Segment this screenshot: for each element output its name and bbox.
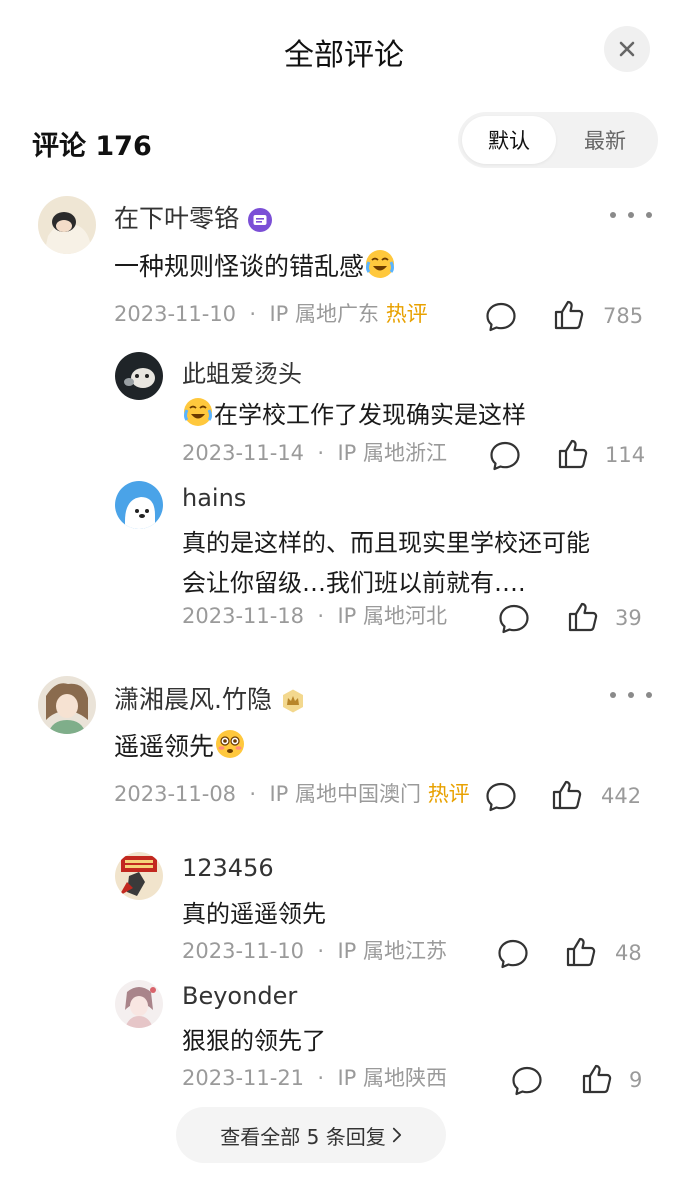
like-button[interactable] (550, 778, 584, 812)
hot-comment-tag: 热评 (385, 302, 428, 326)
reply-meta: 2023-11-21 · IP 属地陕西 (182, 1066, 447, 1090)
comment-count: 评论 176 (32, 131, 152, 162)
reply-button[interactable] (510, 1064, 544, 1098)
sort-toggle: 默认 最新 (458, 112, 658, 168)
reply-meta: 2023-11-14 · IP 属地浙江 (182, 441, 447, 465)
thumbs-up-icon (566, 937, 596, 967)
reply-text: 真的遥遥领先 (182, 900, 326, 928)
thumbs-up-icon (552, 780, 582, 810)
avatar[interactable] (38, 676, 96, 734)
comment-bubble-icon (498, 939, 528, 969)
like-count: 39 (615, 606, 642, 630)
comment-text: 遥遥领先 (114, 728, 246, 765)
close-icon (619, 41, 635, 57)
reply-username[interactable]: 此蛆爱烫头 (182, 354, 302, 389)
reply-button[interactable] (497, 602, 531, 636)
like-button[interactable] (580, 1062, 614, 1096)
thumbs-up-icon (568, 602, 598, 632)
crown-badge-icon (282, 689, 303, 713)
reply-button[interactable] (496, 937, 530, 971)
like-count: 114 (605, 443, 646, 467)
avatar[interactable] (115, 980, 163, 1028)
comment-meta: 2023-11-10 · IP 属地广东 热评 (114, 302, 428, 326)
sort-default-tab[interactable]: 默认 (462, 116, 556, 164)
like-button[interactable] (566, 600, 600, 634)
comment-username[interactable]: 在下叶零铬 (114, 199, 273, 235)
reply-button[interactable] (484, 780, 518, 814)
reply-username[interactable]: 123456 (182, 854, 274, 882)
view-all-replies-button[interactable]: 查看全部 5 条回复 (176, 1107, 446, 1163)
close-button[interactable] (604, 26, 650, 72)
comment-bubble-icon (499, 604, 529, 634)
comment-username[interactable]: 潇湘晨风.竹隐 (114, 680, 306, 716)
like-count: 442 (601, 784, 642, 808)
avatar[interactable] (38, 196, 96, 254)
more-options-button[interactable] (610, 685, 652, 705)
comment-bubble-icon (486, 782, 516, 812)
reply-button[interactable] (484, 300, 518, 334)
sheet-title: 全部评论 (284, 38, 404, 73)
comment-bubble-icon (490, 441, 520, 471)
like-button[interactable] (564, 935, 598, 969)
like-count: 9 (629, 1068, 643, 1092)
reply-text: 在学校工作了发现确实是这样 (182, 396, 526, 434)
chevron-right-icon (392, 1127, 401, 1143)
comment-bubble-icon (512, 1066, 542, 1096)
more-options-button[interactable] (610, 205, 652, 225)
thumbs-up-icon (554, 300, 584, 330)
avatar[interactable] (115, 352, 163, 400)
sort-latest-tab[interactable]: 最新 (558, 116, 652, 164)
crying-laughing-emoji (184, 398, 212, 426)
like-button[interactable] (556, 437, 590, 471)
like-button[interactable] (552, 298, 586, 332)
reply-text: 狠狠的领先了 (182, 1027, 326, 1055)
reply-text: 真的是这样的、而且现实里学校还可能 (182, 529, 590, 557)
sheet-header: 全部评论 (0, 0, 688, 100)
reply-text: 会让你留级…我们班以前就有…. (182, 569, 526, 597)
reply-username[interactable]: hains (182, 484, 246, 512)
like-count: 785 (603, 304, 644, 328)
thumbs-up-icon (558, 439, 588, 469)
hot-comment-tag: 热评 (427, 782, 470, 806)
reply-username[interactable]: Beyonder (182, 982, 297, 1010)
avatar[interactable] (115, 481, 163, 529)
thumbs-up-icon (582, 1064, 612, 1094)
comment-meta: 2023-11-08 · IP 属地中国澳门 热评 (114, 782, 470, 806)
reply-button[interactable] (488, 439, 522, 473)
reply-meta: 2023-11-10 · IP 属地江苏 (182, 939, 447, 963)
reply-meta: 2023-11-18 · IP 属地河北 (182, 604, 447, 628)
comment-bubble-icon (486, 302, 516, 332)
comments-header: 评论 176 默认 最新 (0, 112, 688, 168)
like-count: 48 (615, 941, 642, 965)
avatar[interactable] (115, 852, 163, 900)
crying-laughing-emoji (366, 250, 395, 278)
comment-text: 一种规则怪谈的错乱感 (114, 248, 396, 285)
flushed-emoji (216, 730, 245, 758)
message-badge-icon (248, 208, 273, 232)
